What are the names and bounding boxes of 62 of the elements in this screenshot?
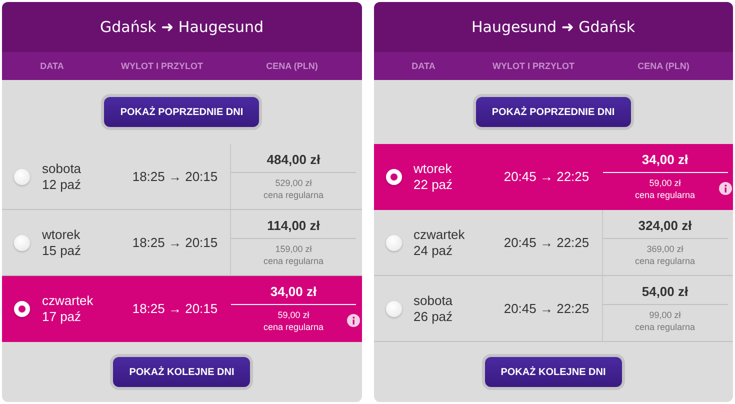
date: 17 paź bbox=[42, 308, 82, 324]
radio-button[interactable] bbox=[14, 234, 30, 250]
date: 15 paź bbox=[42, 242, 82, 258]
regular-price-label: cena regularna bbox=[634, 189, 696, 201]
regular-price-label: cena regularna bbox=[634, 321, 696, 333]
price: 34,00 zł bbox=[602, 152, 728, 173]
flight-row[interactable]: czwartek 24 paź 20:45 → 22:25 324,00 zł 369,00 zł cena regularna bbox=[374, 210, 733, 276]
date: 24 paź bbox=[414, 242, 454, 258]
next-days-button[interactable]: POKAŻ KOLEJNE DNI bbox=[484, 357, 622, 387]
regular-price: 369,00 zł bbox=[646, 243, 684, 255]
weekday: wtorek bbox=[414, 160, 453, 176]
radio-button[interactable] bbox=[386, 234, 402, 250]
regular-price: 99,00 zł bbox=[649, 309, 681, 321]
price: 114,00 zł bbox=[231, 218, 356, 239]
column-header: WYLOT I PRZYLOT bbox=[492, 61, 576, 71]
route-title: Gdańsk ➜ Haugesund bbox=[100, 18, 264, 36]
regular-price-label: cena regularna bbox=[263, 321, 324, 333]
previous-days-button[interactable]: POKAŻ POPRZEDNIE DNI bbox=[104, 97, 260, 127]
column-header: CENA (PLN) bbox=[636, 61, 690, 71]
regular-price-label: cena regularna bbox=[634, 255, 696, 267]
weekday: czwartek bbox=[414, 226, 466, 242]
flight-times: 18:25 → 20:15 bbox=[131, 301, 219, 316]
weekday: wtorek bbox=[42, 226, 82, 242]
radio-button[interactable] bbox=[386, 168, 402, 184]
weekday: czwartek bbox=[42, 292, 94, 308]
price: 484,00 zł bbox=[231, 152, 356, 173]
previous-days-button[interactable]: POKAŻ POPRZEDNIE DNI bbox=[476, 97, 631, 127]
column-header: WYLOT I PRZYLOT bbox=[120, 61, 204, 71]
price: 54,00 zł bbox=[602, 284, 728, 305]
weekday: sobota bbox=[42, 160, 82, 176]
weekday: sobota bbox=[414, 292, 454, 308]
radio-button[interactable] bbox=[14, 300, 30, 316]
column-header: DATA bbox=[410, 61, 436, 71]
radio-button[interactable] bbox=[14, 168, 30, 184]
regular-price: 59,00 zł bbox=[278, 309, 310, 321]
info-icon[interactable] bbox=[718, 182, 732, 195]
flight-row[interactable]: sobota 12 paź 18:25 → 20:15 484,00 zł 529,00 zł cena regularna bbox=[2, 144, 362, 210]
info-icon[interactable] bbox=[347, 314, 360, 327]
price: 324,00 zł bbox=[602, 218, 728, 239]
column-header: CENA (PLN) bbox=[265, 61, 319, 71]
regular-price-label: cena regularna bbox=[263, 255, 324, 267]
flight-times: 18:25 → 20:15 bbox=[131, 169, 219, 184]
next-days-button[interactable]: POKAŻ KOLEJNE DNI bbox=[113, 357, 250, 387]
column-header: DATA bbox=[39, 61, 65, 71]
flight-row[interactable]: wtorek 22 paź 20:45 → 22:25 34,00 zł 59,00 zł cena regularna bbox=[374, 144, 733, 210]
date: 26 paź bbox=[414, 308, 454, 324]
flight-row[interactable]: sobota 26 paź 20:45 → 22:25 54,00 zł 99,00 zł cena regularna bbox=[374, 276, 733, 342]
regular-price: 529,00 zł bbox=[275, 177, 312, 189]
date: 12 paź bbox=[42, 176, 82, 192]
flight-row[interactable]: wtorek 15 paź 18:25 → 20:15 114,00 zł 159,00 zł cena regularna bbox=[2, 210, 362, 276]
regular-price: 159,00 zł bbox=[275, 243, 312, 255]
date: 22 paź bbox=[414, 176, 454, 192]
regular-price: 59,00 zł bbox=[649, 177, 681, 189]
regular-price-label: cena regularna bbox=[263, 189, 324, 201]
flight-row[interactable]: czwartek 17 paź 18:25 → 20:15 34,00 zł 59,00 zł cena regularna bbox=[2, 276, 362, 342]
price: 34,00 zł bbox=[231, 284, 356, 305]
radio-button[interactable] bbox=[386, 300, 402, 316]
route-title: Haugesund ➜ Gdańsk bbox=[471, 18, 636, 36]
flight-times: 20:45 → 22:25 bbox=[502, 301, 590, 316]
flight-times: 18:25 → 20:15 bbox=[131, 235, 219, 250]
flight-times: 20:45 → 22:25 bbox=[502, 235, 590, 250]
flight-times: 20:45 → 22:25 bbox=[502, 169, 590, 184]
